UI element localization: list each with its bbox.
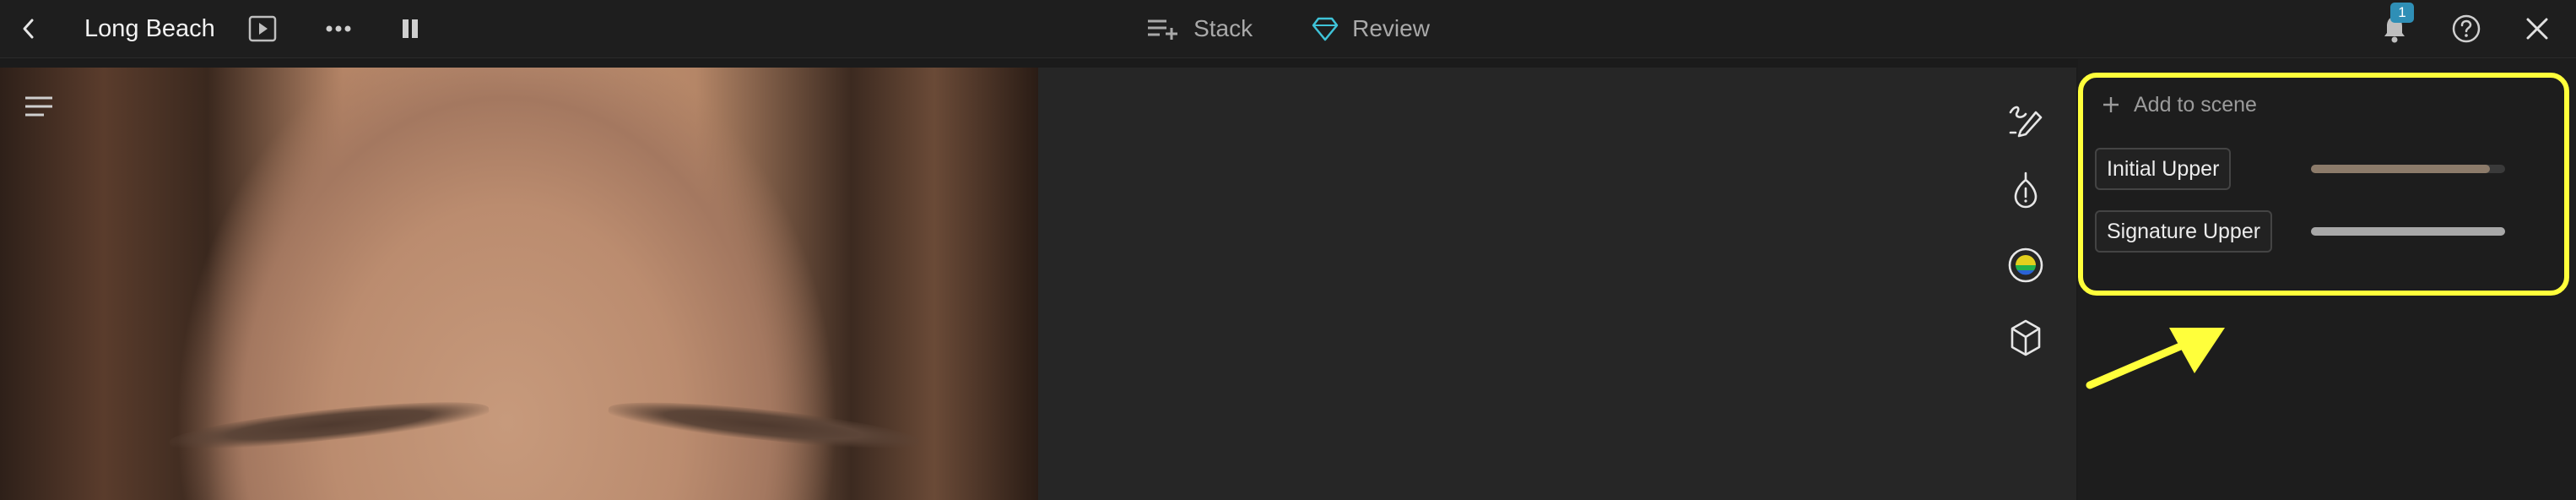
more-options-button[interactable]	[321, 12, 356, 46]
pencil-squiggle-icon	[2009, 106, 2043, 138]
play-icon	[248, 15, 277, 42]
highlight-box	[2078, 73, 2569, 296]
stack-add-icon	[1148, 19, 1178, 40]
play-button[interactable]	[245, 12, 280, 46]
color-circle-icon	[2008, 247, 2043, 283]
help-button[interactable]	[2448, 10, 2485, 47]
color-tool-button[interactable]	[2005, 245, 2046, 285]
pause-icon	[403, 19, 418, 38]
tab-review-label: Review	[1352, 15, 1430, 41]
photo-viewer[interactable]	[0, 68, 1038, 500]
tab-stack[interactable]: Stack	[1146, 15, 1253, 42]
cube-icon	[2010, 319, 2041, 356]
left-eyebrow	[168, 393, 490, 457]
syringe-drop-icon	[2014, 171, 2038, 209]
chevron-left-icon	[23, 19, 34, 39]
right-eyebrow	[607, 393, 921, 457]
cube-tool-button[interactable]	[2005, 318, 2046, 358]
injection-tool-button[interactable]	[2005, 171, 2046, 211]
more-icon	[326, 25, 351, 32]
top-bar: Long Beach Stack Review 1	[0, 0, 2576, 58]
menu-icon[interactable]	[22, 90, 56, 123]
notification-badge: 1	[2390, 3, 2414, 23]
diamond-icon	[1312, 17, 1339, 41]
tab-review[interactable]: Review	[1312, 15, 1430, 42]
empty-viewer	[1038, 68, 2076, 500]
close-button[interactable]	[2519, 10, 2556, 47]
draw-tool-button[interactable]	[2005, 99, 2046, 139]
close-icon	[2526, 18, 2548, 40]
back-button[interactable]	[12, 12, 46, 46]
face-photo	[0, 68, 1038, 500]
center-tabs: Stack Review	[0, 0, 2576, 57]
page-title: Long Beach	[84, 14, 215, 42]
help-icon	[2452, 14, 2481, 43]
arrow-annotation	[2086, 328, 2225, 389]
pause-button[interactable]	[395, 12, 425, 46]
tab-stack-label: Stack	[1193, 15, 1253, 41]
